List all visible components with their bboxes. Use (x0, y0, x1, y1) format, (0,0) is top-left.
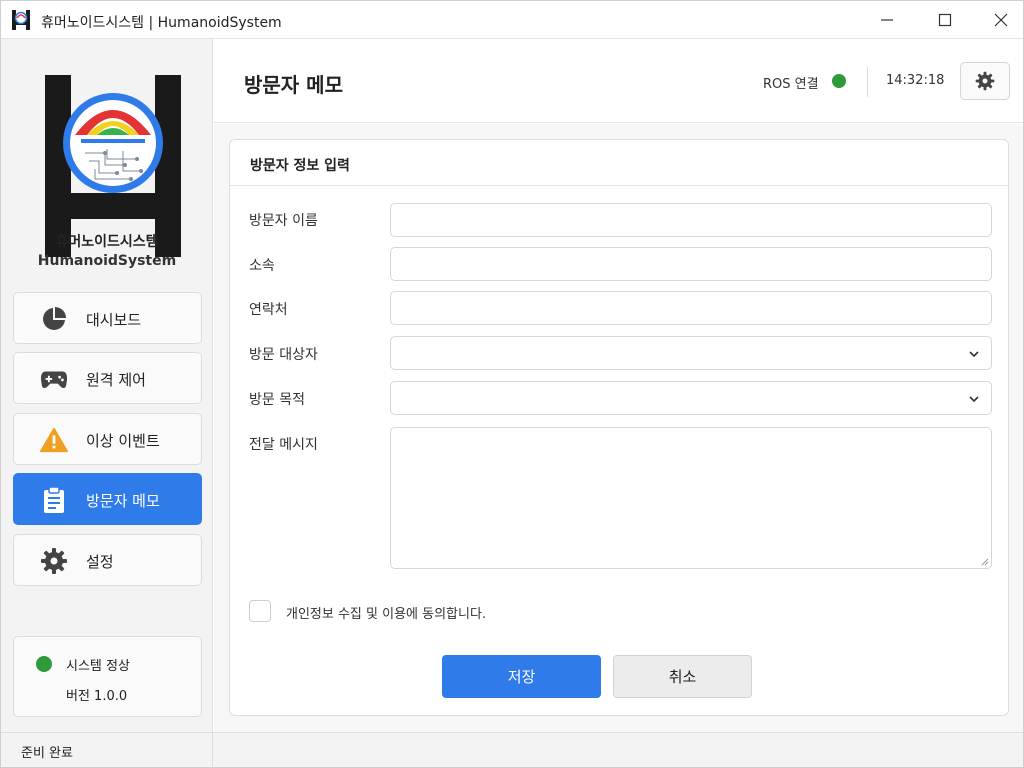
privacy-consent-checkbox[interactable] (249, 600, 271, 622)
status-bar-left: 준비 완료 (1, 733, 213, 768)
sidebar-item-label: 원격 제어 (86, 371, 146, 389)
message-label: 전달 메시지 (249, 437, 318, 453)
visit-target-label: 방문 대상자 (249, 347, 318, 363)
header-settings-button[interactable] (960, 62, 1010, 100)
sidebar-item-label: 설정 (86, 553, 114, 571)
clock: 14:32:18 (886, 73, 945, 88)
title-bar: 휴머노이드시스템 | HumanoidSystem (1, 1, 1023, 39)
ros-connection-label: ROS 연결 (763, 77, 819, 92)
save-button[interactable]: 저장 (442, 655, 601, 698)
status-bar-text: 준비 완료 (21, 746, 73, 761)
gear-icon (40, 547, 68, 575)
app-logo (45, 75, 181, 257)
contact-label: 연락처 (249, 302, 288, 318)
chevron-down-icon (969, 351, 979, 358)
page-title: 방문자 메모 (244, 73, 343, 97)
card-title: 방문자 정보 입력 (250, 158, 350, 174)
message-textarea[interactable] (390, 427, 992, 569)
sidebar-item-remote-control[interactable]: 원격 제어 (13, 352, 202, 404)
card-header: 방문자 정보 입력 (230, 140, 1008, 186)
pie-chart-icon (40, 305, 68, 333)
app-name-korean: 휴머노이드시스템 (55, 234, 159, 250)
status-bar: 준비 완료 (1, 732, 1023, 768)
visitor-name-label: 방문자 이름 (249, 213, 318, 229)
gear-icon (975, 71, 995, 91)
sidebar-item-dashboard[interactable]: 대시보드 (13, 292, 202, 344)
maximize-button[interactable] (917, 1, 973, 39)
clipboard-icon (40, 486, 68, 514)
minimize-button[interactable] (859, 1, 915, 39)
contact-input[interactable] (390, 291, 992, 325)
version-text: 버전 1.0.0 (66, 689, 128, 704)
cancel-button[interactable]: 취소 (613, 655, 752, 698)
main-header: 방문자 메모 ROS 연결 14:32:18 (214, 39, 1023, 123)
affiliation-label: 소속 (249, 258, 275, 274)
system-status-card: 시스템 정상 버전 1.0.0 (13, 636, 202, 717)
visitor-name-input[interactable] (390, 203, 992, 237)
visitor-form-card: 방문자 정보 입력 방문자 이름 소속 연락처 방문 대상자 방문 목적 전달 … (229, 139, 1009, 716)
chevron-down-icon (969, 396, 979, 403)
sidebar: 휴머노이드시스템 HumanoidSystem 대시보드 원격 제어 이상 이벤… (1, 39, 213, 732)
system-status-text: 시스템 정상 (66, 659, 130, 674)
sidebar-item-visitor-memo[interactable]: 방문자 메모 (13, 473, 202, 525)
close-button[interactable] (973, 1, 1024, 39)
window-title: 휴머노이드시스템 | HumanoidSystem (41, 15, 282, 31)
app-window: 휴머노이드시스템 | HumanoidSystem 휴머노이드시스템 Human… (0, 0, 1024, 768)
sidebar-item-label: 이상 이벤트 (86, 432, 160, 450)
privacy-consent-label[interactable]: 개인정보 수집 및 이용에 동의합니다. (286, 603, 486, 622)
app-logo-icon (12, 10, 30, 30)
resize-grip-icon[interactable] (979, 556, 989, 566)
warning-icon (40, 426, 68, 454)
gamepad-icon (40, 365, 68, 393)
sidebar-item-label: 방문자 메모 (86, 492, 160, 510)
header-divider (867, 67, 868, 97)
minimize-icon (881, 19, 893, 21)
ros-status-indicator (832, 74, 846, 88)
sidebar-item-settings[interactable]: 설정 (13, 534, 202, 586)
visit-purpose-label: 방문 목적 (249, 392, 305, 408)
visit-target-select[interactable] (390, 336, 992, 370)
maximize-icon (938, 13, 952, 27)
sidebar-item-label: 대시보드 (86, 311, 142, 329)
app-name-english: HumanoidSystem (37, 253, 177, 269)
system-status-indicator (36, 656, 52, 672)
affiliation-input[interactable] (390, 247, 992, 281)
close-icon (994, 13, 1008, 27)
sidebar-item-abnormal-events[interactable]: 이상 이벤트 (13, 413, 202, 465)
visit-purpose-select[interactable] (390, 381, 992, 415)
